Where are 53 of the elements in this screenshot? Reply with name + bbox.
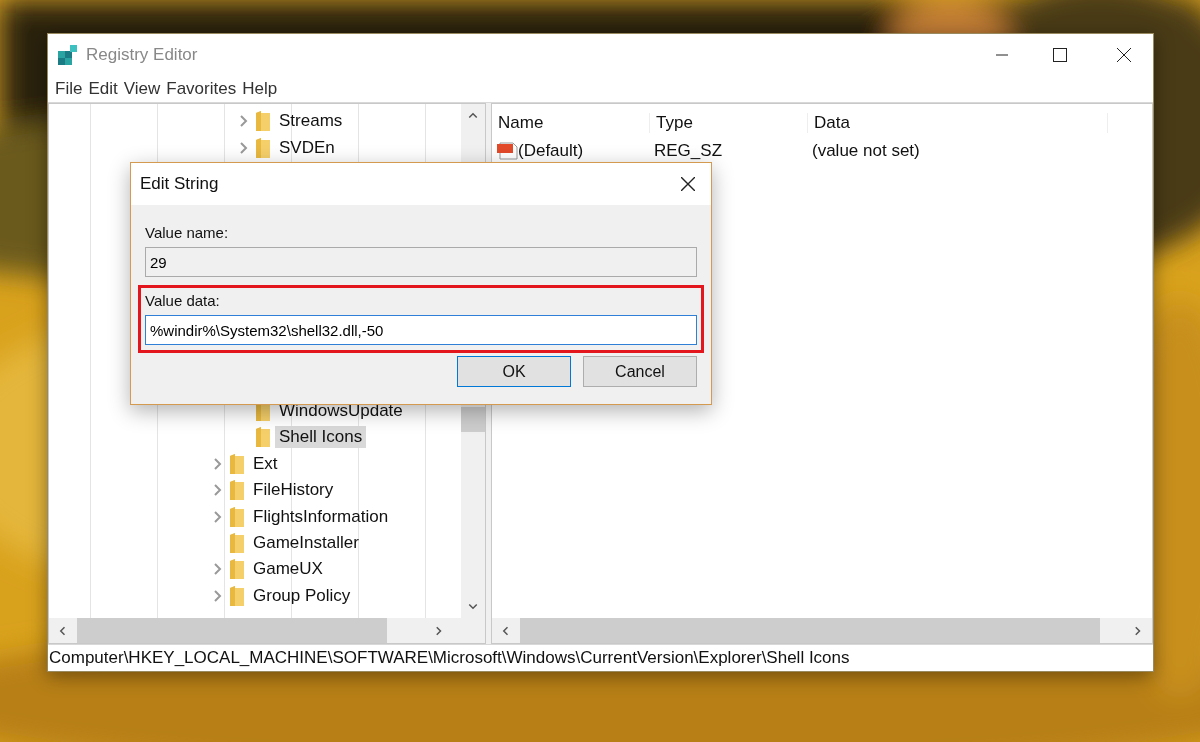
menu-item[interactable]: Help	[239, 79, 281, 99]
close-icon	[681, 177, 695, 191]
menu-item[interactable]: Favorites	[163, 79, 240, 99]
dialog-title: Edit String	[140, 174, 219, 194]
string-value-icon	[496, 141, 518, 161]
folder-icon	[229, 452, 245, 475]
folder-icon	[229, 584, 245, 607]
close-icon	[1117, 48, 1131, 62]
horizontal-scrollbar[interactable]	[49, 618, 485, 643]
registry-cubes-icon	[56, 43, 80, 67]
folder-icon	[229, 558, 245, 581]
tree-item[interactable]: FileHistory	[249, 479, 338, 502]
menu-item[interactable]: Edit	[85, 79, 121, 99]
field-label: Value data:	[145, 292, 221, 309]
scroll-thumb[interactable]	[77, 618, 387, 643]
expand-chevron-icon[interactable]	[213, 456, 223, 471]
value-name-field[interactable]: 29	[145, 247, 697, 277]
expand-chevron-icon[interactable]	[213, 483, 223, 498]
folder-icon	[229, 479, 245, 502]
value-data: (value not set)	[812, 141, 921, 161]
value-type: REG_SZ	[654, 141, 724, 161]
expand-chevron-icon[interactable]	[239, 140, 249, 155]
tree-item[interactable]: SVDEn	[275, 136, 339, 159]
tree-item[interactable]: FlightsInformation	[249, 505, 393, 528]
folder-icon	[229, 531, 245, 554]
key-path: Computer\HKEY_LOCAL_MACHINE\SOFTWARE\Microsoft\Windows\CurrentVersion\Explorer\Shell Icons	[49, 648, 850, 668]
dialog-button[interactable]: OK	[457, 356, 571, 387]
expand-chevron-icon[interactable]	[213, 562, 223, 577]
folder-icon	[229, 505, 245, 528]
field-label: Value name:	[145, 224, 230, 241]
tree-item[interactable]: Ext	[249, 452, 282, 475]
menu-item[interactable]: View	[120, 79, 164, 99]
column-header[interactable]: Type	[650, 113, 808, 133]
tree-item[interactable]: Group Policy	[249, 584, 355, 607]
dialog-button[interactable]: Cancel	[583, 356, 697, 387]
folder-icon	[255, 426, 271, 449]
maximize-icon	[1053, 48, 1067, 62]
value-data-field[interactable]: %windir%\System32\shell32.dll,-50	[145, 315, 697, 345]
expand-chevron-icon[interactable]	[213, 509, 223, 524]
window-title: Registry Editor	[86, 45, 198, 65]
tree-item[interactable]: GameInstaller	[249, 531, 363, 554]
tree-item[interactable]: Shell Icons	[275, 426, 367, 449]
folder-icon	[255, 110, 271, 133]
tree-item[interactable]: GameUX	[249, 558, 327, 581]
column-header[interactable]: Name	[492, 113, 650, 133]
folder-icon	[255, 136, 271, 159]
expand-chevron-icon[interactable]	[239, 114, 249, 129]
value-name: (Default)	[518, 141, 585, 161]
expand-chevron-icon[interactable]	[213, 588, 223, 603]
tree-item[interactable]: Streams	[275, 110, 347, 133]
menu-item[interactable]: File	[52, 79, 86, 99]
column-header[interactable]: Data	[808, 113, 1108, 133]
scroll-thumb[interactable]	[461, 407, 485, 432]
